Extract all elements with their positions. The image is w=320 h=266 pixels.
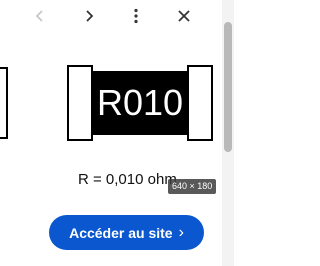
image-size-badge: 640 × 180 [168,179,217,194]
next-button[interactable] [77,4,101,28]
visit-site-label: Accéder au site [69,224,173,241]
preview-image[interactable]: R010 R = 0,010 ohm [0,33,220,196]
more-vert-icon [134,8,138,24]
chevron-left-icon [35,10,43,22]
resistor-marking: R010 [91,71,189,135]
chevron-right-icon: › [178,223,184,241]
resistor-left-terminal [67,65,93,141]
close-icon [178,10,190,22]
close-button[interactable] [172,4,196,28]
resistor-right-terminal [187,65,213,141]
previous-image-edge [0,67,8,139]
previous-button[interactable] [28,4,52,28]
resistance-formula: R = 0,010 ohm [78,171,177,188]
scrollbar-thumb[interactable] [224,22,232,152]
visit-site-button[interactable]: Accéder au site › [49,215,204,250]
image-preview-panel: R010 R = 0,010 ohm 640 × 180 Accéder au … [0,0,248,266]
more-options-button[interactable] [124,4,148,28]
chevron-right-icon [86,10,94,22]
resistor-illustration: R010 [67,65,213,141]
